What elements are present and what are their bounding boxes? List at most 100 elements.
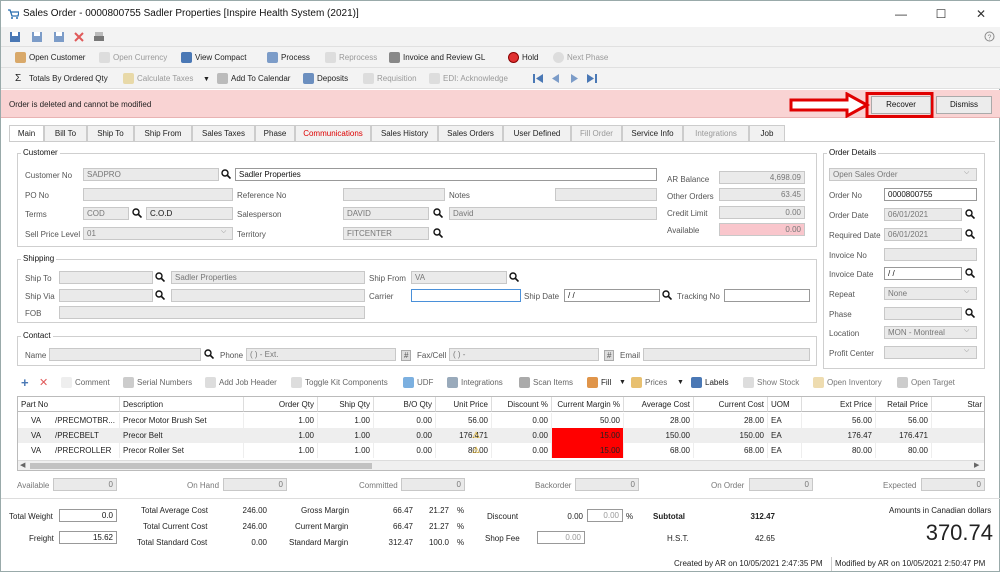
grid-cell-bo[interactable]: 0.00	[374, 413, 436, 428]
tab-service-info[interactable]: Service Info	[622, 125, 683, 141]
tab-fill-order[interactable]: Fill Order	[571, 125, 622, 141]
grid-cell-retail[interactable]: 56.00	[876, 413, 932, 428]
ship-to-field[interactable]	[59, 271, 153, 284]
grid-cell-up[interactable]: 176.471	[436, 428, 492, 443]
search-icon[interactable]	[965, 209, 975, 219]
delete-line-icon[interactable]: ✕	[39, 376, 48, 390]
close-button[interactable]: ✕	[961, 1, 1000, 27]
invoice-no-field[interactable]	[884, 248, 977, 261]
grid-header-cell[interactable]: UOM	[768, 397, 802, 412]
grid-cell-avg[interactable]: 150.00	[624, 428, 694, 443]
fax-field[interactable]: ( ) -	[449, 348, 599, 361]
open-customer-button[interactable]: Open Customer	[15, 51, 85, 65]
grid-header-cell[interactable]: Unit Price	[436, 397, 492, 412]
search-icon[interactable]	[155, 290, 165, 300]
edi-acknowledge-button[interactable]: EDI: Acknowledge	[429, 72, 508, 86]
required-date-field[interactable]: 06/01/2021	[884, 228, 962, 241]
grid-cell-bo[interactable]: 0.00	[374, 443, 436, 458]
grid-cell-ext[interactable]: 176.47	[802, 428, 876, 443]
grid-cell-part[interactable]: /PRECMOTBR...	[52, 413, 120, 428]
grid-header-cell[interactable]: Description	[120, 397, 244, 412]
grid-cell-desc[interactable]: Precor Belt	[120, 428, 244, 443]
serial-numbers-button[interactable]: Serial Numbers	[123, 376, 192, 390]
tab-sales-taxes[interactable]: Sales Taxes	[192, 125, 255, 141]
tab-phase[interactable]: Phase	[255, 125, 295, 141]
grid-cell-part[interactable]: /PRECROLLER	[52, 443, 120, 458]
recover-button[interactable]: Recover	[871, 96, 931, 114]
grid-cell-desc[interactable]: Precor Roller Set	[120, 443, 244, 458]
grid-cell-disc[interactable]: 0.00	[492, 428, 552, 443]
add-to-calendar-button[interactable]: Add To Calendar	[217, 72, 290, 86]
udf-button[interactable]: UDF	[403, 376, 433, 390]
phase-field[interactable]	[884, 307, 962, 320]
grid-cell-up[interactable]: 56.00	[436, 413, 492, 428]
grid-header-cell[interactable]: Star	[932, 397, 984, 412]
search-icon[interactable]	[155, 272, 165, 282]
grid-cell-desc[interactable]: Precor Motor Brush Set	[120, 413, 244, 428]
tab-job[interactable]: Job	[749, 125, 785, 141]
order-date-field[interactable]: 06/01/2021	[884, 208, 962, 221]
grid-header-cell[interactable]: Part No	[18, 397, 120, 412]
grid-cell-oq[interactable]: 1.00	[244, 443, 318, 458]
grid-cell-cur[interactable]: 28.00	[694, 413, 768, 428]
reprocess-button[interactable]: Reprocess	[325, 51, 377, 65]
invoice-date-field[interactable]: / /	[884, 267, 962, 280]
grid-cell-bo[interactable]: 0.00	[374, 428, 436, 443]
search-icon[interactable]	[221, 169, 231, 179]
grid-cell-part[interactable]: /PRECBELT	[52, 428, 120, 443]
grid-header-cell[interactable]: Ext Price	[802, 397, 876, 412]
save-close-icon[interactable]	[31, 31, 43, 43]
search-icon[interactable]	[204, 349, 214, 359]
grid-cell-disc[interactable]: 0.00	[492, 413, 552, 428]
integrations-button[interactable]: Integrations	[447, 376, 503, 390]
notes-field[interactable]	[555, 188, 657, 201]
scroll-right-icon[interactable]: ▶	[974, 461, 979, 469]
ship-via-field[interactable]	[59, 289, 153, 302]
tab-main[interactable]: Main	[9, 125, 44, 142]
email-field[interactable]	[643, 348, 810, 361]
tracking-no-field[interactable]	[724, 289, 810, 302]
delete-icon[interactable]	[73, 31, 85, 43]
grid-cell-oq[interactable]: 1.00	[244, 413, 318, 428]
grid-header-cell[interactable]: Discount %	[492, 397, 552, 412]
labels-button[interactable]: Labels	[691, 376, 729, 390]
search-icon[interactable]	[132, 208, 142, 218]
salesperson-code-field[interactable]: DAVID	[343, 207, 429, 220]
requisition-button[interactable]: Requisition	[363, 72, 417, 86]
calendar-dropdown[interactable]: ▼	[203, 72, 210, 86]
freight-field[interactable]: 15.62	[59, 531, 117, 544]
horizontal-scrollbar[interactable]: ◀ ▶	[18, 460, 984, 470]
grid-cell-uom[interactable]: EA	[768, 413, 802, 428]
po-no-field[interactable]	[83, 188, 233, 201]
save-icon[interactable]	[9, 31, 21, 43]
add-line-icon[interactable]: +	[21, 376, 29, 390]
grid-cell-avg[interactable]: 28.00	[624, 413, 694, 428]
grid-header-cell[interactable]: Average Cost	[624, 397, 694, 412]
contact-name-field[interactable]	[49, 348, 201, 361]
search-icon[interactable]	[965, 268, 975, 278]
grid-cell-uom[interactable]: EA	[768, 443, 802, 458]
tab-user-defined[interactable]: User Defined	[503, 125, 571, 141]
grid-cell-ext[interactable]: 80.00	[802, 443, 876, 458]
invoice-review-button[interactable]: Invoice and Review GL	[389, 51, 485, 65]
next-phase-button[interactable]: Next Phase	[553, 51, 608, 65]
print-icon[interactable]	[93, 31, 105, 43]
minimize-button[interactable]: —	[881, 1, 921, 27]
search-icon[interactable]	[965, 308, 975, 318]
search-icon[interactable]	[509, 272, 519, 282]
search-icon[interactable]	[433, 208, 443, 218]
scroll-left-icon[interactable]: ◀	[20, 461, 25, 469]
territory-field[interactable]: FITCENTER	[343, 227, 429, 240]
grid-cell-cur[interactable]: 68.00	[694, 443, 768, 458]
grid-header-cell[interactable]: Ship Qty	[318, 397, 374, 412]
totals-by-qty-button[interactable]: Σ Totals By Ordered Qty	[15, 72, 108, 86]
grid-header-cell[interactable]: Current Margin %	[552, 397, 624, 412]
search-icon[interactable]	[662, 290, 672, 300]
comment-button[interactable]: Comment	[61, 376, 110, 390]
tab-sales-orders[interactable]: Sales Orders	[438, 125, 503, 141]
ship-from-field[interactable]: VA	[411, 271, 507, 284]
sell-price-level-select[interactable]: 01	[83, 227, 233, 240]
grid-cell-margin[interactable]: 50.00	[552, 413, 624, 428]
terms-code-field[interactable]: COD	[83, 207, 129, 220]
grid-header-cell[interactable]: Order Qty	[244, 397, 318, 412]
